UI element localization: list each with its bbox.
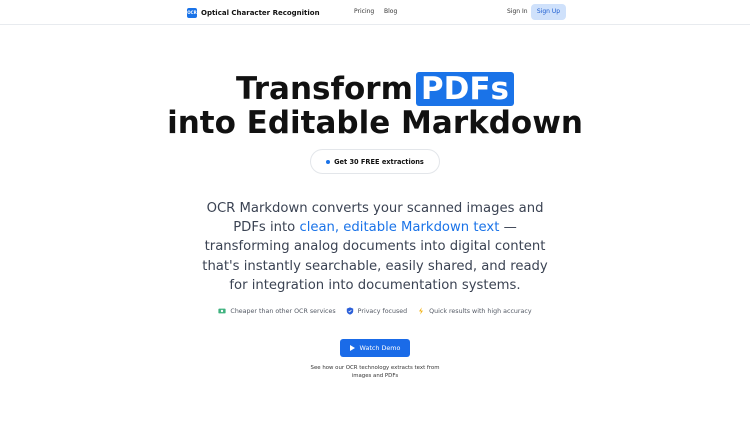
top-navbar: OCR Optical Character Recognition Pricin… xyxy=(0,0,750,25)
badge-dot-icon xyxy=(326,159,331,164)
feature-label: Quick results with high accuracy xyxy=(429,307,532,315)
hero-title-line-2: into Editable Markdown xyxy=(167,105,583,141)
hero-title-prefix: Transform xyxy=(236,71,413,107)
watch-demo-label: Watch Demo xyxy=(359,344,401,352)
money-icon xyxy=(218,308,227,314)
nav-link-blog[interactable]: Blog xyxy=(384,8,397,15)
hero-description: OCR Markdown converts your scanned image… xyxy=(195,199,555,295)
hero-title-line-1: Transform PDFs xyxy=(0,70,750,108)
feature-item-speed: Quick results with high accuracy xyxy=(417,307,532,315)
sign-up-button[interactable]: Sign Up xyxy=(531,4,566,20)
brand[interactable]: OCR Optical Character Recognition xyxy=(187,6,320,19)
play-icon xyxy=(349,345,355,351)
feature-list: Cheaper than other OCR services Privacy … xyxy=(0,307,750,315)
description-highlight-link[interactable]: clean, editable Markdown text xyxy=(299,220,499,235)
lightning-icon xyxy=(419,307,424,315)
hero-title-highlight: PDFs xyxy=(415,72,514,106)
shield-icon xyxy=(346,307,353,315)
brand-name: Optical Character Recognition xyxy=(201,8,320,17)
feature-label: Cheaper than other OCR services xyxy=(230,307,336,315)
free-extractions-badge[interactable]: Get 30 FREE extractions xyxy=(310,149,440,174)
watch-demo-button[interactable]: Watch Demo xyxy=(340,339,410,357)
nav-link-pricing[interactable]: Pricing xyxy=(354,8,374,15)
badge-label: Get 30 FREE extractions xyxy=(334,157,424,166)
feature-item-cheaper: Cheaper than other OCR services xyxy=(218,307,336,315)
sign-in-link[interactable]: Sign In xyxy=(507,8,528,15)
ocr-logo-icon: OCR xyxy=(187,7,197,18)
feature-label: Privacy focused xyxy=(357,307,408,315)
feature-item-privacy: Privacy focused xyxy=(346,307,407,315)
demo-caption: See how our OCR technology extracts text… xyxy=(310,365,440,379)
